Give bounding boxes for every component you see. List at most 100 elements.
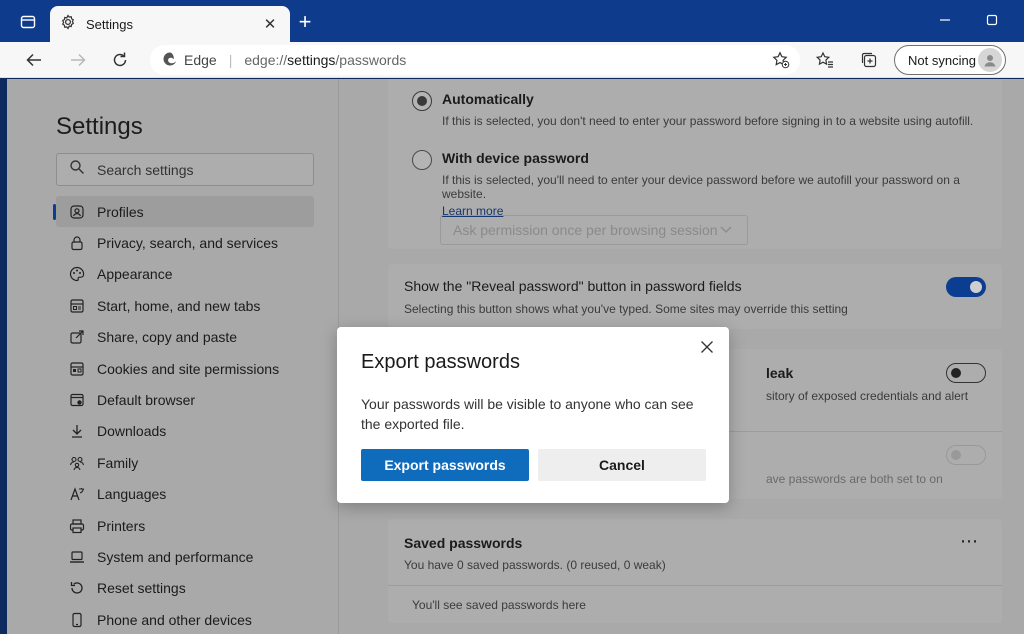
back-arrow-icon[interactable] [20,46,48,74]
more-options-icon[interactable]: ⋯ [960,531,978,552]
avatar [978,48,1002,72]
family-icon [68,454,86,472]
address-bar[interactable]: Edge | edge://settings/passwords [150,45,800,75]
search-input[interactable] [97,161,297,178]
export-passwords-dialog: Export passwords Your passwords will be … [337,327,729,503]
select-value: Ask permission once per browsing session [453,222,718,238]
phone-icon [68,611,86,629]
profile-icon [68,203,86,221]
radio-automatically[interactable]: Automatically If this is selected, you d… [412,91,973,128]
collections-icon[interactable] [855,46,883,74]
sidebar-item-label: Phone and other devices [97,611,252,628]
saved-passwords-empty-text: You'll see saved passwords here [412,598,586,612]
sidebar-item-label: System and performance [97,548,254,565]
reset-icon [68,579,86,597]
url-host: settings [287,52,336,68]
share-icon [68,328,86,346]
address-toolbar: Edge | edge://settings/passwords Not syn… [0,42,1024,78]
printer-icon [68,517,86,535]
option-description: If this is selected, you'll need to ente… [442,173,960,201]
close-tab-icon[interactable]: ✕ [260,15,280,33]
search-settings-field[interactable] [56,153,314,186]
url-path: /passwords [335,52,407,68]
search-icon [69,159,85,180]
tab-settings[interactable]: Settings ✕ [50,6,290,42]
sidebar-item-printers[interactable]: Printers [56,510,314,541]
tab-title: Settings [86,16,133,32]
divider: | [228,52,233,68]
sidebar-item-share[interactable]: Share, copy and paste [56,322,314,353]
lock-icon [68,234,86,252]
export-passwords-button[interactable]: Export passwords [361,449,529,481]
sidebar-item-label: Family [97,454,139,471]
download-icon [68,422,86,440]
sidebar-item-label: Default browser [97,392,196,409]
reveal-password-toggle[interactable] [946,277,986,297]
edge-logo-icon [162,51,178,70]
cancel-button[interactable]: Cancel [538,449,706,481]
saved-passwords-summary: You have 0 saved passwords. (0 reused, 0… [404,558,666,572]
setting-description-fragment: sitory of exposed credentials and alert [766,389,969,403]
sidebar-item-default-browser[interactable]: Default browser [56,384,314,415]
option-title: Automatically [442,91,534,107]
dialog-message: Your passwords will be visible to anyone… [361,396,694,432]
sidebar-item-label: Cookies and site permissions [97,360,280,377]
radio-device-password[interactable]: With device password If this is selected… [412,150,1002,220]
profile-button[interactable]: Not syncing [894,45,1006,75]
laptop-icon [68,548,86,566]
sidebar-item-downloads[interactable]: Downloads [56,416,314,447]
forward-arrow-icon[interactable] [64,46,92,74]
maximize-icon[interactable] [982,10,1002,30]
saved-passwords-title: Saved passwords [404,535,523,551]
sidebar-item-label: Share, copy and paste [97,329,238,346]
sidebar-item-privacy[interactable]: Privacy, search, and services [56,227,314,258]
title-bar: Settings ✕ + [0,0,1024,42]
sidebar-item-label: Privacy, search, and services [97,235,279,252]
sidebar-nav: Profiles Privacy, search, and services A… [53,196,314,634]
divider [388,585,1002,586]
radio-button[interactable] [412,150,432,170]
autofill-card: Automatically If this is selected, you d… [388,79,1002,249]
cookies-icon [68,360,86,378]
sidebar-item-cookies[interactable]: Cookies and site permissions [56,353,314,384]
browser-icon [68,391,86,409]
strong-password-toggle[interactable] [946,445,986,465]
refresh-icon[interactable] [106,46,134,74]
setting-title-fragment: leak [766,365,794,381]
sidebar-item-profiles[interactable]: Profiles [53,196,314,228]
sidebar-item-label: Languages [97,486,167,503]
appearance-icon [68,265,86,283]
sidebar-item-label: Appearance [97,266,173,283]
setting-description: Selecting this button shows what you've … [404,302,848,316]
sidebar-item-languages[interactable]: Languages [56,479,314,510]
gear-icon [60,13,76,35]
favorites-icon[interactable] [811,46,839,74]
sidebar-item-reset[interactable]: Reset settings [56,573,314,604]
dialog-title: Export passwords [361,351,520,373]
sidebar-title: Settings [56,113,143,140]
sidebar-item-label: Start, home, and new tabs [97,297,261,314]
site-label: Edge [184,52,217,68]
minimize-icon[interactable] [935,10,955,30]
add-favorite-icon[interactable] [770,49,792,71]
chevron-down-icon [719,222,733,239]
window-menu-icon[interactable] [18,12,38,32]
sidebar-item-phone[interactable]: Phone and other devices [56,604,314,634]
option-description: If this is selected, you don't need to e… [442,114,974,128]
sidebar-item-label: Printers [97,517,146,534]
session-permission-select[interactable]: Ask permission once per browsing session [440,215,748,245]
sidebar-item-label: Profiles [97,203,144,220]
sidebar-item-system[interactable]: System and performance [56,541,314,572]
sidebar-item-label: Downloads [97,423,167,440]
sidebar-item-label: Reset settings [97,580,186,597]
leak-detection-toggle[interactable] [946,363,986,383]
plus-icon[interactable]: + [295,9,315,34]
saved-passwords-card: Saved passwords You have 0 saved passwor… [388,519,1002,623]
sidebar-item-start-home[interactable]: Start, home, and new tabs [56,290,314,321]
sidebar-item-family[interactable]: Family [56,447,314,478]
profile-label: Not syncing [908,52,976,68]
option-title: With device password [442,150,589,166]
close-icon[interactable] [697,337,717,357]
radio-button[interactable] [412,91,432,111]
sidebar-item-appearance[interactable]: Appearance [56,259,314,290]
